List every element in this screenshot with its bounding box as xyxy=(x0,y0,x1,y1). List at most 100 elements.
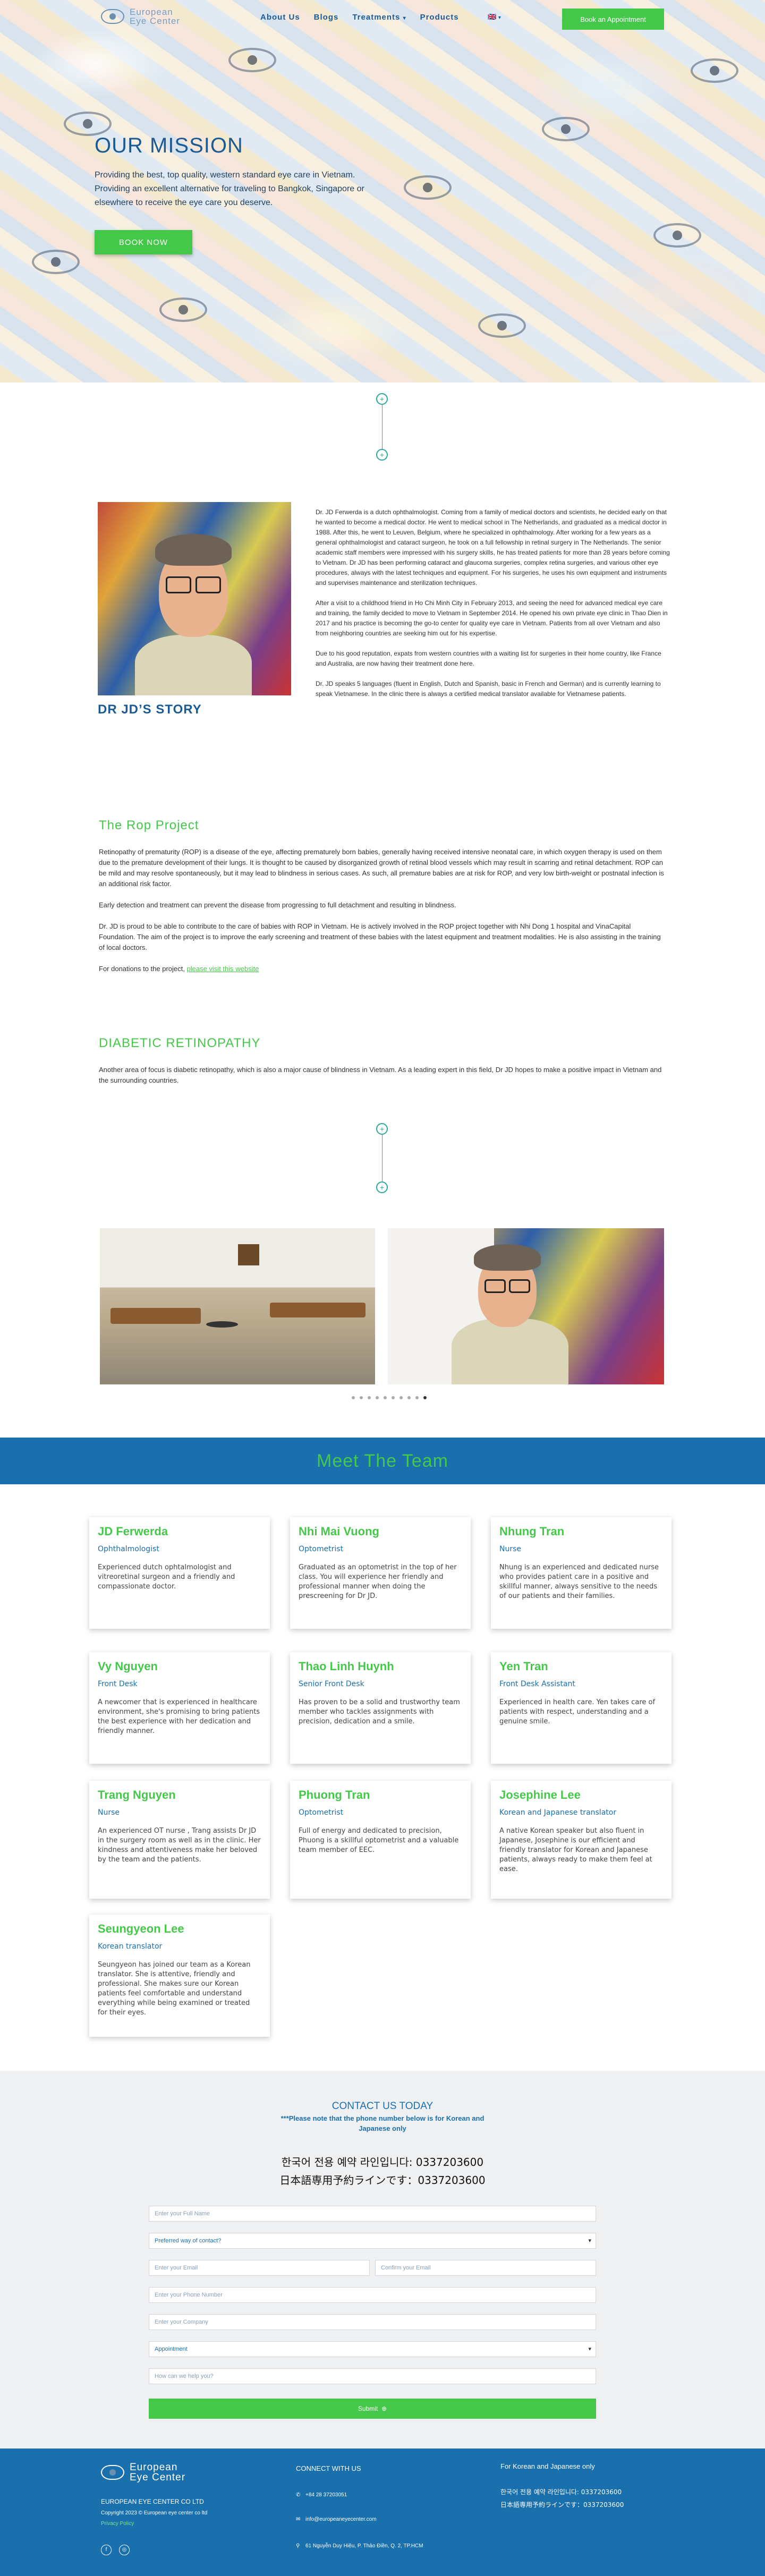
kj-korean-line: 한국어 전용 예약 라인입니다: 0337203600 xyxy=(500,2488,622,2496)
member-role: Nurse xyxy=(98,1808,120,1817)
dr-jd-gallery-photo xyxy=(388,1228,664,1384)
footer-company: EUROPEAN EYE CENTER CO LTD xyxy=(101,2498,204,2505)
member-role: Korean and Japanese translator xyxy=(499,1808,617,1817)
rop-paragraph: Retinopathy of prematurity (ROP) is a di… xyxy=(99,848,664,888)
plus-circle-icon: + xyxy=(376,1181,388,1193)
rop-title: The Rop Project xyxy=(99,818,199,832)
connect-title: CONNECT WITH US xyxy=(296,2464,361,2472)
hero-content: OUR MISSION Providing the best, top qual… xyxy=(95,134,392,254)
diabetic-title: DIABETIC RETINOPATHY xyxy=(99,1036,261,1050)
book-appointment-button[interactable]: Book an Appointment xyxy=(562,8,664,30)
painting-eye-decoration xyxy=(64,112,112,136)
eye-logo-icon xyxy=(101,9,124,24)
kj-japanese-line: 日本語専用予約ラインです：0337203600 xyxy=(500,2501,624,2509)
nav-products[interactable]: Products xyxy=(420,13,459,22)
story-paragraph: After a visit to a childhood friend in H… xyxy=(316,599,668,637)
confirm-email-input[interactable]: Confirm your Email xyxy=(375,2260,596,2276)
mail-icon: ✉ xyxy=(296,2517,301,2522)
japanese-phone-line: 日本語専用予約ラインです：0337203600 xyxy=(279,2174,486,2187)
carousel-dot-active[interactable] xyxy=(423,1396,427,1399)
member-role: Senior Front Desk xyxy=(299,1680,364,1688)
hero-text: Providing the best, top quality, western… xyxy=(95,171,364,207)
logo-line-1: European xyxy=(130,7,173,17)
carousel-dot[interactable] xyxy=(400,1396,403,1399)
instagram-icon[interactable]: ◎ xyxy=(119,2544,130,2555)
rop-paragraph: Early detection and treatment can preven… xyxy=(99,901,456,909)
donation-prefix: For donations to the project, xyxy=(99,965,185,973)
story-paragraph: Due to his good reputation, expats from … xyxy=(316,650,661,667)
donation-link[interactable]: please visit this website xyxy=(187,965,259,973)
footer-logo[interactable]: European Eye Center xyxy=(101,2462,185,2483)
contact-title: CONTACT US TODAY xyxy=(332,2101,434,2112)
story-paragraph: Dr. JD Ferwerda is a dutch ophthalmologi… xyxy=(316,508,670,586)
carousel-dot[interactable] xyxy=(360,1396,363,1399)
carousel-dot[interactable] xyxy=(407,1396,411,1399)
carousel-dot[interactable] xyxy=(392,1396,395,1399)
member-role: Nurse xyxy=(499,1545,522,1553)
message-textarea[interactable]: How can we help you? xyxy=(149,2368,596,2384)
member-description: Full of energy and dedicated to precisio… xyxy=(299,1827,459,1854)
carousel-dots xyxy=(352,1396,427,1399)
nav-blogs[interactable]: Blogs xyxy=(314,13,339,22)
social-links: f ◎ xyxy=(101,2544,137,2555)
member-description: A newcomer that is experienced in health… xyxy=(98,1698,260,1735)
team-banner: Meet The Team xyxy=(0,1438,765,1484)
member-description: Experienced in health care. Yen takes ca… xyxy=(499,1698,656,1725)
contact-note: ***Please note that the phone number bel… xyxy=(280,2114,484,2132)
korean-phone-line: 한국어 전용 예약 라인입니다: 0337203600 xyxy=(281,2156,484,2169)
nav-treatments-label: Treatments xyxy=(352,13,401,22)
team-card: Phuong Tran Optometrist Full of energy a… xyxy=(290,1781,471,1899)
footer-phone[interactable]: ✆ +84 28 37203051 xyxy=(296,2491,347,2500)
hero-title: OUR MISSION xyxy=(95,134,243,157)
team-card: Thao Linh Huynh Senior Front Desk Has pr… xyxy=(290,1652,471,1764)
carousel-dot[interactable] xyxy=(352,1396,355,1399)
privacy-policy-link[interactable]: Privacy Policy xyxy=(101,2520,134,2528)
diabetic-text: Another area of focus is diabetic retino… xyxy=(99,1065,667,1096)
footer-address[interactable]: ⚲ 61 Nguyễn Duy Hiệu, P. Thảo Điền, Q. 2,… xyxy=(296,2542,423,2551)
nav-treatments[interactable]: Treatments ▾ xyxy=(352,13,406,22)
full-name-input[interactable]: Enter your Full Name xyxy=(149,2206,596,2222)
painting-eye-decoration xyxy=(404,175,452,200)
send-icon: ⊕ xyxy=(381,2405,387,2412)
story-title: DR JD’S STORY xyxy=(98,702,202,717)
member-description: Nhung is an experienced and dedicated nu… xyxy=(499,1563,659,1600)
carousel-dot[interactable] xyxy=(376,1396,379,1399)
phone-input[interactable]: Enter your Phone Number xyxy=(149,2287,596,2303)
team-card: Nhi Mai Vuong Optometrist Graduated as a… xyxy=(290,1517,471,1629)
member-description: Graduated as an optometrist in the top o… xyxy=(299,1563,457,1600)
page: European Eye Center About Us Blogs Treat… xyxy=(0,0,765,2576)
submit-button[interactable]: Submit ⊕ xyxy=(149,2399,596,2419)
member-description: Experienced dutch ophtalmologist and vit… xyxy=(98,1563,235,1591)
member-description: A native Korean speaker but also fluent … xyxy=(499,1827,652,1873)
language-selector[interactable]: 🇬🇧 ▾ xyxy=(488,13,501,21)
contact-method-select[interactable]: Preferred way of contact? xyxy=(149,2233,596,2249)
nav-about-us[interactable]: About Us xyxy=(260,13,300,22)
book-now-button[interactable]: BOOK NOW xyxy=(95,230,192,254)
team-card: Vy Nguyen Front Desk A newcomer that is … xyxy=(89,1652,270,1764)
email-input[interactable]: Enter your Email xyxy=(149,2260,370,2276)
member-name: Vy Nguyen xyxy=(98,1660,158,1673)
team-card: Trang Nguyen Nurse An experienced OT nur… xyxy=(89,1781,270,1899)
member-description: Seungyeon has joined our team as a Korea… xyxy=(98,1961,251,2017)
painting-eye-decoration xyxy=(478,313,526,338)
painting-eye-decoration xyxy=(159,297,207,322)
carousel-dot[interactable] xyxy=(368,1396,371,1399)
carousel-dot[interactable] xyxy=(384,1396,387,1399)
appointment-select[interactable]: Appointment xyxy=(149,2341,596,2357)
facebook-icon[interactable]: f xyxy=(101,2544,112,2555)
member-role: Optometrist xyxy=(299,1808,344,1817)
team-card: Nhung Tran Nurse Nhung is an experienced… xyxy=(491,1517,672,1629)
member-description: Has proven to be a solid and trustworthy… xyxy=(299,1698,460,1725)
logo[interactable]: European Eye Center xyxy=(101,7,180,25)
footer-logo-line-1: European xyxy=(130,2462,178,2473)
member-name: Josephine Lee xyxy=(499,1788,581,1801)
painting-eye-decoration xyxy=(542,117,590,141)
carousel-dot[interactable] xyxy=(415,1396,419,1399)
kj-title: For Korean and Japanese only xyxy=(500,2462,595,2470)
footer-email[interactable]: ✉ info@europeaneyecenter.com xyxy=(296,2515,377,2524)
submit-label: Submit xyxy=(358,2405,378,2412)
logo-line-2: Eye Center xyxy=(130,16,181,26)
company-input[interactable]: Enter your Company xyxy=(149,2314,596,2330)
member-name: Nhi Mai Vuong xyxy=(299,1525,379,1538)
rop-paragraph: Dr. JD is proud to be able to contribute… xyxy=(99,922,661,951)
